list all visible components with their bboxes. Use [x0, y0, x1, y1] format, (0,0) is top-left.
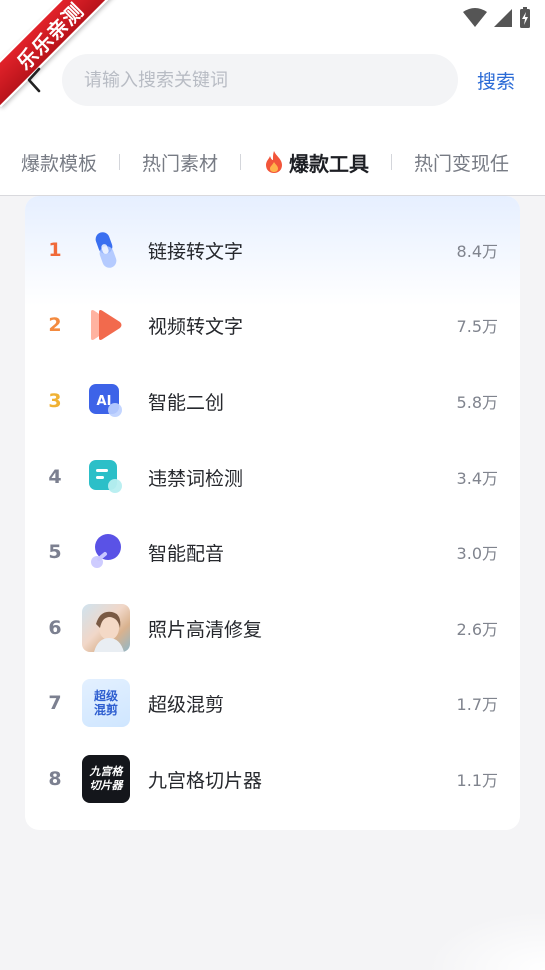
search-input[interactable]	[84, 69, 458, 91]
tab-hot-materials[interactable]: 热门素材	[142, 149, 218, 176]
chevron-left-icon	[27, 67, 41, 93]
list-item[interactable]: 8 九宫格 切片器 九宫格切片器 1.1万	[25, 741, 520, 817]
tool-name: 超级混剪	[148, 693, 225, 716]
usage-count: 2.6万	[456, 620, 498, 639]
tool-name: 链接转文字	[148, 240, 244, 263]
battery-icon	[520, 7, 530, 28]
thumbnail-text: 超级	[93, 689, 118, 703]
grid-cutter-thumbnail: 九宫格 切片器	[82, 755, 130, 803]
tab-monetization-tasks[interactable]: 热门变现任	[414, 149, 509, 176]
usage-count: 3.0万	[456, 544, 498, 563]
tab-hot-templates[interactable]: 爆款模板	[21, 149, 97, 176]
rank-number: 6	[48, 617, 62, 639]
bottom-glow	[425, 910, 545, 970]
rank-number: 4	[48, 466, 62, 488]
tab-label: 爆款工具	[289, 151, 370, 176]
voice-icon	[82, 528, 130, 576]
rank-number: 2	[48, 314, 62, 336]
tab-label: 热门素材	[142, 152, 219, 175]
wifi-icon	[463, 8, 487, 27]
tab-hot-tools[interactable]: 爆款工具	[263, 148, 369, 177]
link-icon	[82, 226, 130, 274]
thumbnail-text: 混剪	[93, 703, 118, 717]
search-bar[interactable]	[62, 54, 458, 106]
super-mix-thumbnail: 超级 混剪	[82, 679, 130, 727]
list-item[interactable]: 2 视频转文字 7.5万	[25, 287, 520, 363]
tool-name: 违禁词检测	[148, 467, 244, 490]
category-tabs: 爆款模板 热门素材 爆款工具 热门变现任	[0, 140, 545, 184]
search-button[interactable]: 搜索	[477, 67, 515, 94]
rank-number: 7	[48, 692, 62, 714]
photo-thumbnail	[82, 604, 130, 652]
tab-label: 热门变现任	[414, 152, 510, 175]
tab-divider	[391, 154, 393, 170]
tool-name: 照片高清修复	[148, 618, 263, 641]
list-item[interactable]: 3 AI 智能二创 5.8万	[25, 363, 520, 439]
usage-count: 3.4万	[456, 469, 498, 488]
usage-count: 1.1万	[456, 771, 498, 790]
list-item[interactable]: 5 智能配音 3.0万	[25, 514, 520, 590]
document-check-icon	[82, 453, 130, 501]
status-icons	[463, 6, 531, 30]
list-item[interactable]: 4 违禁词检测 3.4万	[25, 439, 520, 515]
tab-divider	[240, 154, 242, 170]
list-item[interactable]: 7 超级 混剪 超级混剪 1.7万	[25, 665, 520, 741]
list-item[interactable]: 6 照片高清修复 2.6万	[25, 590, 520, 666]
tab-label: 爆款模板	[21, 152, 98, 175]
video-play-icon	[82, 301, 130, 349]
rank-number: 3	[48, 390, 62, 412]
usage-count: 8.4万	[456, 242, 498, 261]
thumbnail-text: 切片器	[89, 779, 123, 792]
signal-icon	[494, 9, 512, 27]
back-button[interactable]	[18, 62, 50, 98]
tool-name: 智能配音	[148, 542, 225, 565]
ai-icon: AI	[82, 377, 130, 425]
ranking-card: 1 链接转文字 8.4万 2 视频转文字 7.5万 3 AI 智能二创 5.8万…	[25, 196, 520, 830]
tool-name: 视频转文字	[148, 315, 244, 338]
usage-count: 7.5万	[456, 317, 498, 336]
rank-number: 1	[48, 239, 62, 261]
rank-number: 5	[48, 541, 62, 563]
fire-icon	[266, 151, 283, 173]
thumbnail-text: 九宫格	[89, 765, 123, 778]
list-item[interactable]: 1 链接转文字 8.4万	[25, 212, 520, 288]
usage-count: 1.7万	[456, 695, 498, 714]
tool-name: 九宫格切片器	[148, 769, 263, 792]
tool-name: 智能二创	[148, 391, 225, 414]
usage-count: 5.8万	[456, 393, 498, 412]
tab-divider	[119, 154, 121, 170]
rank-number: 8	[48, 768, 62, 790]
